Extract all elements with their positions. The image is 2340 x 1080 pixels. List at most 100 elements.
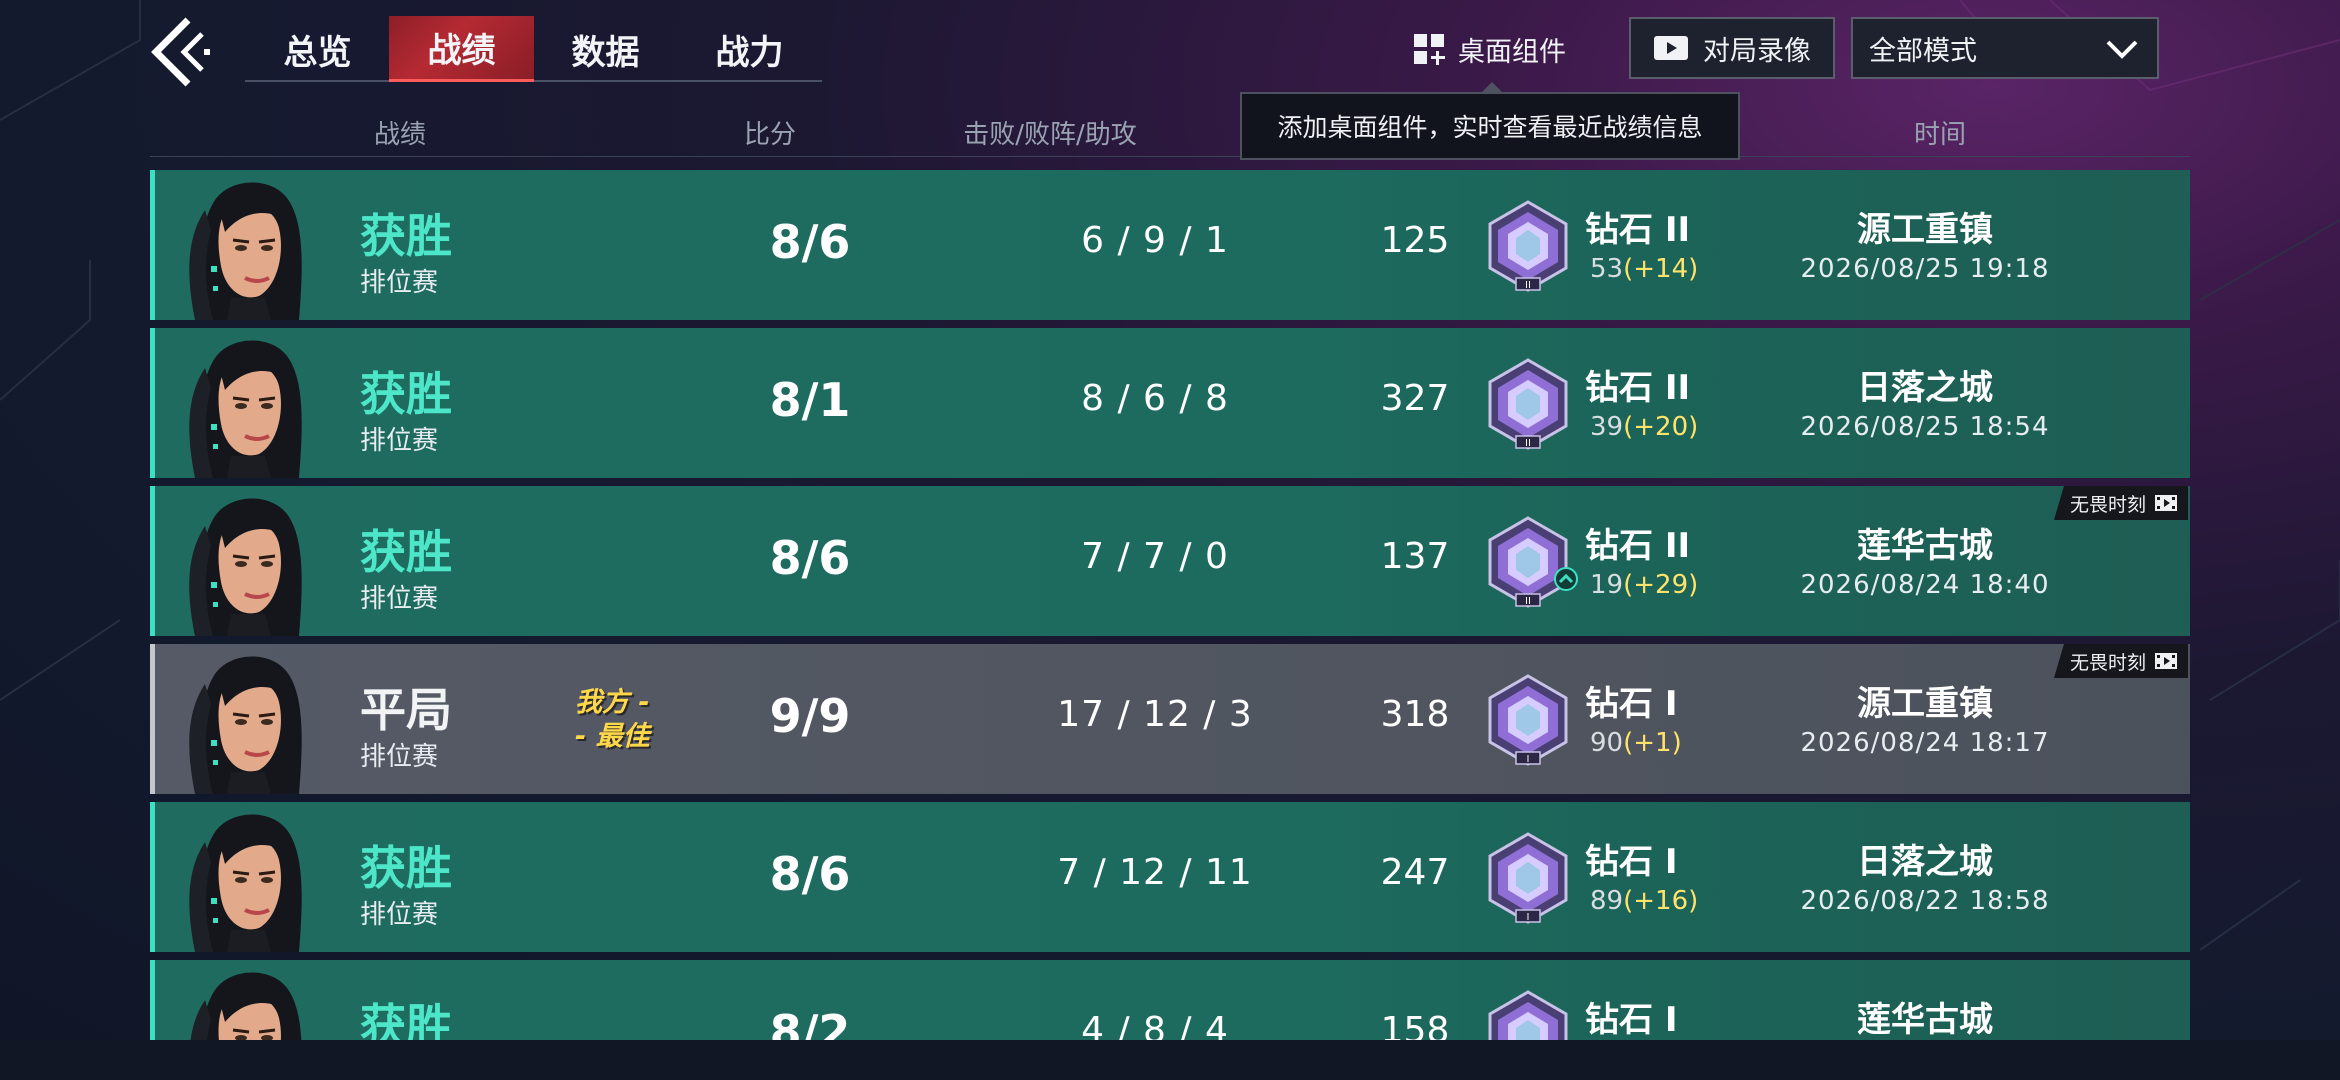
svg-text:II: II — [1525, 438, 1531, 449]
widget-add-icon — [1414, 34, 1445, 65]
desktop-widget-button[interactable]: 桌面组件 — [1412, 26, 1566, 72]
rank-points: 39(+20) — [1590, 412, 1698, 442]
match-replay-button[interactable]: 对局录像 — [1629, 17, 1835, 79]
back-arrow-icon — [151, 17, 210, 87]
team-best-badge: 我方 - - 最佳 — [575, 687, 650, 752]
match-time: 2026/08/24 18:17 — [1800, 728, 2050, 758]
agent-portrait — [189, 182, 302, 320]
match-type: 排位赛 — [360, 426, 439, 456]
rank-up-icon — [1554, 567, 1578, 591]
match-type: 排位赛 — [360, 742, 439, 772]
match-map: 莲华古城 — [1857, 526, 1993, 566]
rank-points-value: 53 — [1590, 254, 1624, 284]
rank-name: 钻石 II — [1585, 368, 1691, 408]
match-row[interactable]: 获胜排位赛8/24 / 8 / 4158I钻石 I莲华古城 — [150, 960, 2190, 1040]
rank-points-value: 39 — [1590, 412, 1624, 442]
mode-select-value: 全部模式 — [1869, 35, 1977, 67]
match-time: 2026/08/25 18:54 — [1800, 412, 2050, 442]
rank-points-delta: (+14) — [1623, 254, 1699, 284]
highlight-moment-button[interactable]: 无畏时刻 — [2053, 644, 2188, 678]
rank-diamond-icon: II — [1488, 200, 1568, 292]
rank-points-value: 89 — [1590, 886, 1624, 916]
agent-portrait — [189, 498, 302, 636]
match-map: 莲华古城 — [1857, 1000, 1993, 1040]
rank-name: 钻石 I — [1585, 1000, 1678, 1040]
match-list[interactable]: 获胜 排位赛 8/6 6 / 9 / 1 125 II 钻石 II 53(+14) 源工重镇 20… — [150, 170, 2190, 1040]
film-icon — [2155, 653, 2177, 669]
match-map: 源工重镇 — [1857, 210, 1993, 250]
match-type: 排位赛 — [360, 584, 439, 614]
column-header-score: 比分 — [743, 120, 796, 150]
agent-portrait — [190, 972, 302, 1040]
rank-name: 钻石 II — [1585, 210, 1691, 250]
match-map: 日落之城 — [1857, 368, 1993, 408]
match-score: 8/6 — [769, 531, 851, 585]
match-result: 获胜 — [360, 367, 452, 421]
column-header-record: 战绩 — [373, 120, 426, 150]
match-time: 2026/08/24 18:40 — [1800, 570, 2050, 600]
agent-portrait — [189, 340, 302, 478]
chevron-down-icon — [2106, 40, 2138, 59]
tab-data[interactable]: 数据 — [533, 16, 678, 82]
column-header-time: 时间 — [1913, 120, 1966, 150]
match-map: 源工重镇 — [1857, 684, 1993, 724]
match-result: 获胜 — [360, 525, 452, 579]
match-score: 9/9 — [769, 689, 851, 743]
rank-diamond-icon: II — [1488, 358, 1568, 450]
column-header-kda: 击败/败阵/助攻 — [963, 120, 1137, 150]
rank-points-delta: (+1) — [1623, 728, 1682, 758]
svg-text:I: I — [1527, 754, 1530, 765]
svg-text:II: II — [1525, 280, 1531, 291]
tab-records[interactable]: 战绩 — [389, 16, 534, 82]
match-score: 8/1 — [769, 373, 851, 427]
rank-points-value: 19 — [1590, 570, 1624, 600]
rank-diamond-icon: I — [1488, 674, 1568, 766]
rank-diamond-icon: II — [1488, 516, 1568, 608]
tab-power[interactable]: 战力 — [677, 16, 822, 82]
match-row[interactable]: 获胜 排位赛 8/6 7 / 12 / 11 247 I 钻石 I 89(+16) 日落之城 20… — [150, 802, 2190, 952]
film-icon — [2155, 495, 2177, 511]
agent-portrait — [189, 814, 302, 952]
rank-points: 19(+29) — [1590, 570, 1698, 600]
header-divider — [150, 156, 2190, 157]
highlight-moment-button[interactable]: 无畏时刻 — [2053, 486, 2188, 520]
rank-points: 90(+1) — [1590, 728, 1682, 758]
rank-name: 钻石 II — [1585, 526, 1691, 566]
match-row[interactable]: 获胜 排位赛 8/6 6 / 9 / 1 125 II 钻石 II 53(+14) 源工重镇 20… — [150, 170, 2190, 320]
match-map: 日落之城 — [1857, 842, 1993, 882]
tab-overview[interactable]: 总览 — [245, 16, 390, 82]
match-score: 8/6 — [769, 847, 851, 901]
match-time: 2026/08/22 18:58 — [1800, 886, 2050, 916]
video-play-icon — [1654, 36, 1688, 60]
rank-points-value: 90 — [1590, 728, 1624, 758]
highlight-moment-label: 无畏时刻 — [2069, 493, 2146, 516]
highlight-moment-label: 无畏时刻 — [2069, 651, 2146, 674]
rank-points: 89(+16) — [1590, 886, 1698, 916]
bottom-bar — [0, 1040, 2340, 1080]
rank-points-delta: (+16) — [1623, 886, 1699, 916]
rank-points-delta: (+20) — [1623, 412, 1699, 442]
match-result: 获胜 — [360, 999, 452, 1040]
mode-select[interactable]: 全部模式 — [1851, 17, 2159, 79]
rank-diamond-icon: I — [1488, 832, 1568, 924]
svg-text:I: I — [1527, 912, 1530, 923]
match-row[interactable]: 获胜 排位赛 8/6 7 / 7 / 0 137 II 钻石 II 19(+29) 莲华古城 20… — [150, 486, 2190, 636]
match-type: 排位赛 — [360, 900, 439, 930]
back-button[interactable] — [142, 14, 222, 90]
rank-name: 钻石 I — [1585, 842, 1678, 882]
match-score: 8/2 — [769, 1005, 851, 1040]
match-time: 2026/08/25 19:18 — [1800, 254, 2050, 284]
match-type: 排位赛 — [360, 268, 439, 298]
match-result: 获胜 — [360, 841, 452, 895]
agent-portrait — [189, 656, 302, 794]
rank-name: 钻石 I — [1585, 684, 1678, 724]
desktop-widget-label: 桌面组件 — [1458, 36, 1566, 68]
tab-bar: 总览 战绩 数据 战力 — [245, 16, 822, 82]
match-score: 8/6 — [769, 215, 851, 269]
match-replay-label: 对局录像 — [1703, 35, 1811, 67]
match-result: 平局 — [360, 683, 452, 737]
widget-tooltip: 添加桌面组件，实时查看最近战绩信息 — [1240, 82, 1740, 160]
rank-diamond-icon: I — [1488, 990, 1568, 1040]
match-row[interactable]: 平局 排位赛 我方 - - 最佳 9/9 17 / 12 / 3 318 I 钻石 I 90(+… — [150, 644, 2190, 794]
match-row[interactable]: 获胜 排位赛 8/1 8 / 6 / 8 327 II 钻石 II 39(+20) 日落之城 20… — [150, 328, 2190, 478]
